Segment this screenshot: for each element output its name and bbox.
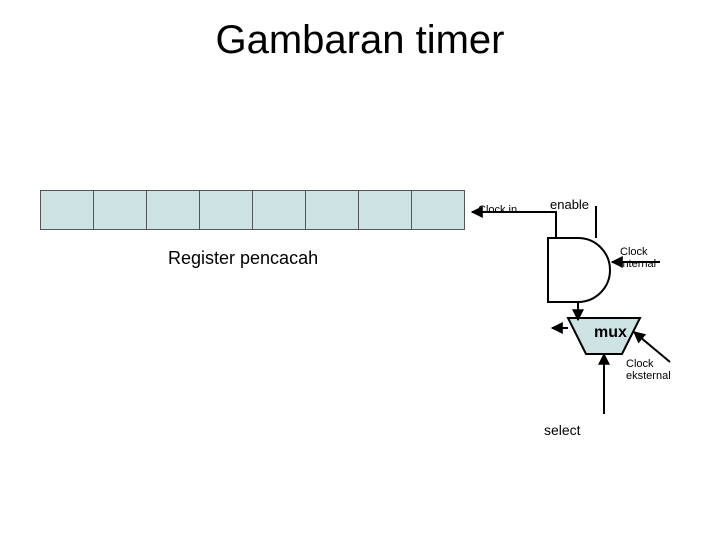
wire-clock-eksternal	[634, 332, 670, 362]
diagram-overlay	[0, 0, 720, 540]
mux-label: mux	[594, 324, 627, 342]
and-gate-icon	[548, 238, 610, 302]
wire-clock-in	[472, 212, 556, 238]
